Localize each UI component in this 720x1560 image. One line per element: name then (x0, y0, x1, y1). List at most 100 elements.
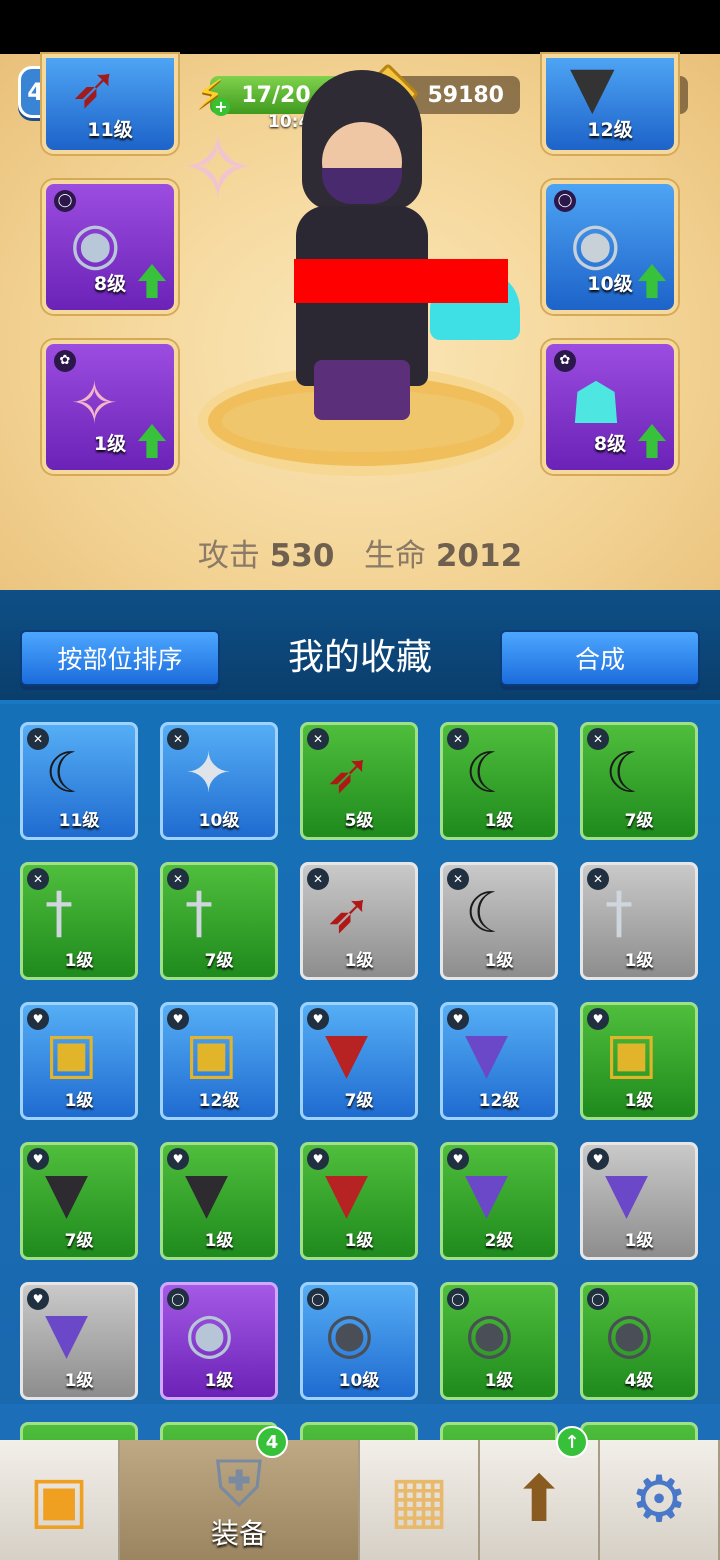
collection-item[interactable]: ✕ † 7级 (160, 862, 278, 980)
collection-item[interactable]: ◯ ◉ 4级 (580, 1282, 698, 1400)
equipped-armor-slot[interactable]: ▼ 12级 (542, 54, 678, 154)
item-level: 1级 (64, 1091, 94, 1111)
serpent-ring-icon: ◉ (70, 209, 121, 277)
bear-ring-icon: ◉ (605, 1301, 654, 1366)
nav-equipment[interactable]: ⛨ 装备 4 (120, 1426, 360, 1560)
collection-item[interactable]: ♥ ▼ 1级 (20, 1282, 138, 1400)
collection-item[interactable]: ♥ ▼ 12级 (440, 1002, 558, 1120)
bow-icon: ➶ (325, 881, 372, 946)
item-level: 1级 (484, 811, 514, 831)
item-level: 1级 (484, 951, 514, 971)
eagle-ring-icon: ◉ (570, 209, 621, 277)
slot-level: 12级 (587, 119, 633, 141)
collection-header: 按部位排序 我的收藏 合成 (0, 590, 720, 700)
hero-character[interactable] (280, 70, 450, 420)
scythe-icon: ☾ (465, 881, 516, 946)
collection-item[interactable]: ♥ ▼ 7级 (20, 1142, 138, 1260)
collection-item[interactable]: ✕ ☾ 7级 (580, 722, 698, 840)
bow-icon: ➶ (70, 54, 119, 121)
item-level: 12级 (478, 1091, 520, 1111)
gold-armor-icon: ▣ (605, 1021, 658, 1086)
collection-item-partial[interactable] (440, 1422, 558, 1440)
item-level: 7级 (624, 811, 654, 831)
collection-item[interactable]: ✕ ☾ 11级 (20, 722, 138, 840)
collection-item[interactable]: ♥ ▣ 12级 (160, 1002, 278, 1120)
purple-robe-icon: ▼ (605, 1161, 649, 1226)
collection-item[interactable]: ♥ ▼ 7级 (300, 1002, 418, 1120)
equipped-pet-right-slot[interactable]: ✿ ☗ 8级 (542, 340, 678, 474)
purple-robe-icon: ▼ (465, 1161, 509, 1226)
collection-item[interactable]: ◯ ◉ 1级 (160, 1282, 278, 1400)
sword-icon: † (45, 881, 73, 946)
nav-equipment-label: 装备 (210, 1517, 267, 1550)
hp-label: 生命 (364, 538, 426, 574)
item-level: 5级 (344, 811, 374, 831)
item-level: 1级 (64, 951, 94, 971)
gear-icon: ⚙ (630, 1463, 688, 1537)
map-icon: ▦ (388, 1463, 450, 1537)
serpent-ring-icon: ◉ (185, 1301, 234, 1366)
collection-item[interactable]: ♥ ▣ 1级 (20, 1002, 138, 1120)
upgrade-badge-icon: ↑ (556, 1426, 588, 1458)
nav-chest[interactable]: ▣ (0, 1440, 120, 1560)
item-level: 2级 (484, 1231, 514, 1251)
bottom-nav: ▣ ⛨ 装备 4 ▦ ⬆ ↑ ⚙ (0, 1426, 720, 1560)
chest-icon: ▣ (28, 1463, 90, 1537)
bear-ring-icon: ◉ (325, 1301, 374, 1366)
item-level: 10级 (338, 1371, 380, 1391)
collection-item[interactable]: ✕ † 1级 (580, 862, 698, 980)
equipped-weapon-slot[interactable]: ➶ 11级 (42, 54, 178, 154)
item-level: 10级 (198, 811, 240, 831)
equipped-ring-right-slot[interactable]: ◯ ◉ 10级 (542, 180, 678, 314)
item-level: 12级 (198, 1091, 240, 1111)
hero-legs (314, 360, 410, 420)
collection-item[interactable]: ✕ ➶ 1级 (300, 862, 418, 980)
fairy-pet: ✧ (180, 116, 256, 221)
item-level: 7级 (204, 951, 234, 971)
purple-robe-icon: ▼ (465, 1021, 509, 1086)
scythe-icon: ☾ (605, 741, 656, 806)
equipment-badge: 4 (256, 1426, 288, 1458)
nav-settings[interactable]: ⚙ (600, 1440, 720, 1560)
collection-item[interactable]: ✕ ☾ 1级 (440, 722, 558, 840)
collection-item[interactable]: ✕ ➶ 5级 (300, 722, 418, 840)
nav-upgrade[interactable]: ⬆ ↑ (480, 1426, 600, 1560)
bear-ring-icon: ◉ (465, 1301, 514, 1366)
equipped-pet-left-slot[interactable]: ✿ ✧ 1级 (42, 340, 178, 474)
upgrade-icon: ⬆ (512, 1463, 566, 1537)
equipped-ring-left-slot[interactable]: ◯ ◉ 8级 (42, 180, 178, 314)
dark-vest-icon: ▼ (185, 1161, 229, 1226)
item-level: 4级 (624, 1371, 654, 1391)
attack-label: 攻击 (197, 538, 260, 574)
red-robe-icon: ▼ (325, 1021, 369, 1086)
collection-item[interactable]: ✕ † 1级 (20, 862, 138, 980)
collection-item-partial[interactable] (300, 1422, 418, 1440)
collection-item[interactable]: ♥ ▼ 2级 (440, 1142, 558, 1260)
collection-grid[interactable]: ✕ ☾ 11级 ✕ ✦ 10级 ✕ ➶ 5级 ✕ ☾ 1级 ✕ ☾ 7级 ✕ † 1级 ✕ † 7级 ✕ ➶ 1级 ✕ ☾ 1级 ✕ †… (0, 700, 720, 1440)
gold-armor-icon: ▣ (45, 1021, 98, 1086)
item-level: 1级 (624, 951, 654, 971)
collection-item[interactable]: ◯ ◉ 1级 (440, 1282, 558, 1400)
hp-value: 2012 (435, 538, 523, 574)
collection-item[interactable]: ✕ ✦ 10级 (160, 722, 278, 840)
collection-item[interactable]: ✕ ☾ 1级 (440, 862, 558, 980)
compose-button[interactable]: 合成 (500, 630, 700, 686)
energy-plus-icon[interactable]: + (212, 98, 230, 116)
collection-item-partial[interactable] (580, 1422, 698, 1440)
sword-icon: † (605, 881, 633, 946)
item-level: 7级 (64, 1231, 94, 1251)
collection-item[interactable]: ♥ ▣ 1级 (580, 1002, 698, 1120)
attack-value: 530 (269, 538, 335, 574)
dark-vest-icon: ▼ (45, 1161, 89, 1226)
item-level: 1级 (204, 1371, 234, 1391)
collection-item[interactable]: ♥ ▼ 1级 (300, 1142, 418, 1260)
item-level: 1级 (624, 1231, 654, 1251)
collection-item[interactable]: ♥ ▼ 1级 (160, 1142, 278, 1260)
item-level: 11级 (58, 811, 100, 831)
collection-item[interactable]: ♥ ▼ 1级 (580, 1142, 698, 1260)
collection-item[interactable]: ◯ ◉ 10级 (300, 1282, 418, 1400)
collection-item-partial[interactable] (20, 1422, 138, 1440)
scythe-icon: ☾ (45, 741, 96, 806)
bow-icon: ➶ (325, 741, 372, 806)
nav-map[interactable]: ▦ (360, 1440, 480, 1560)
